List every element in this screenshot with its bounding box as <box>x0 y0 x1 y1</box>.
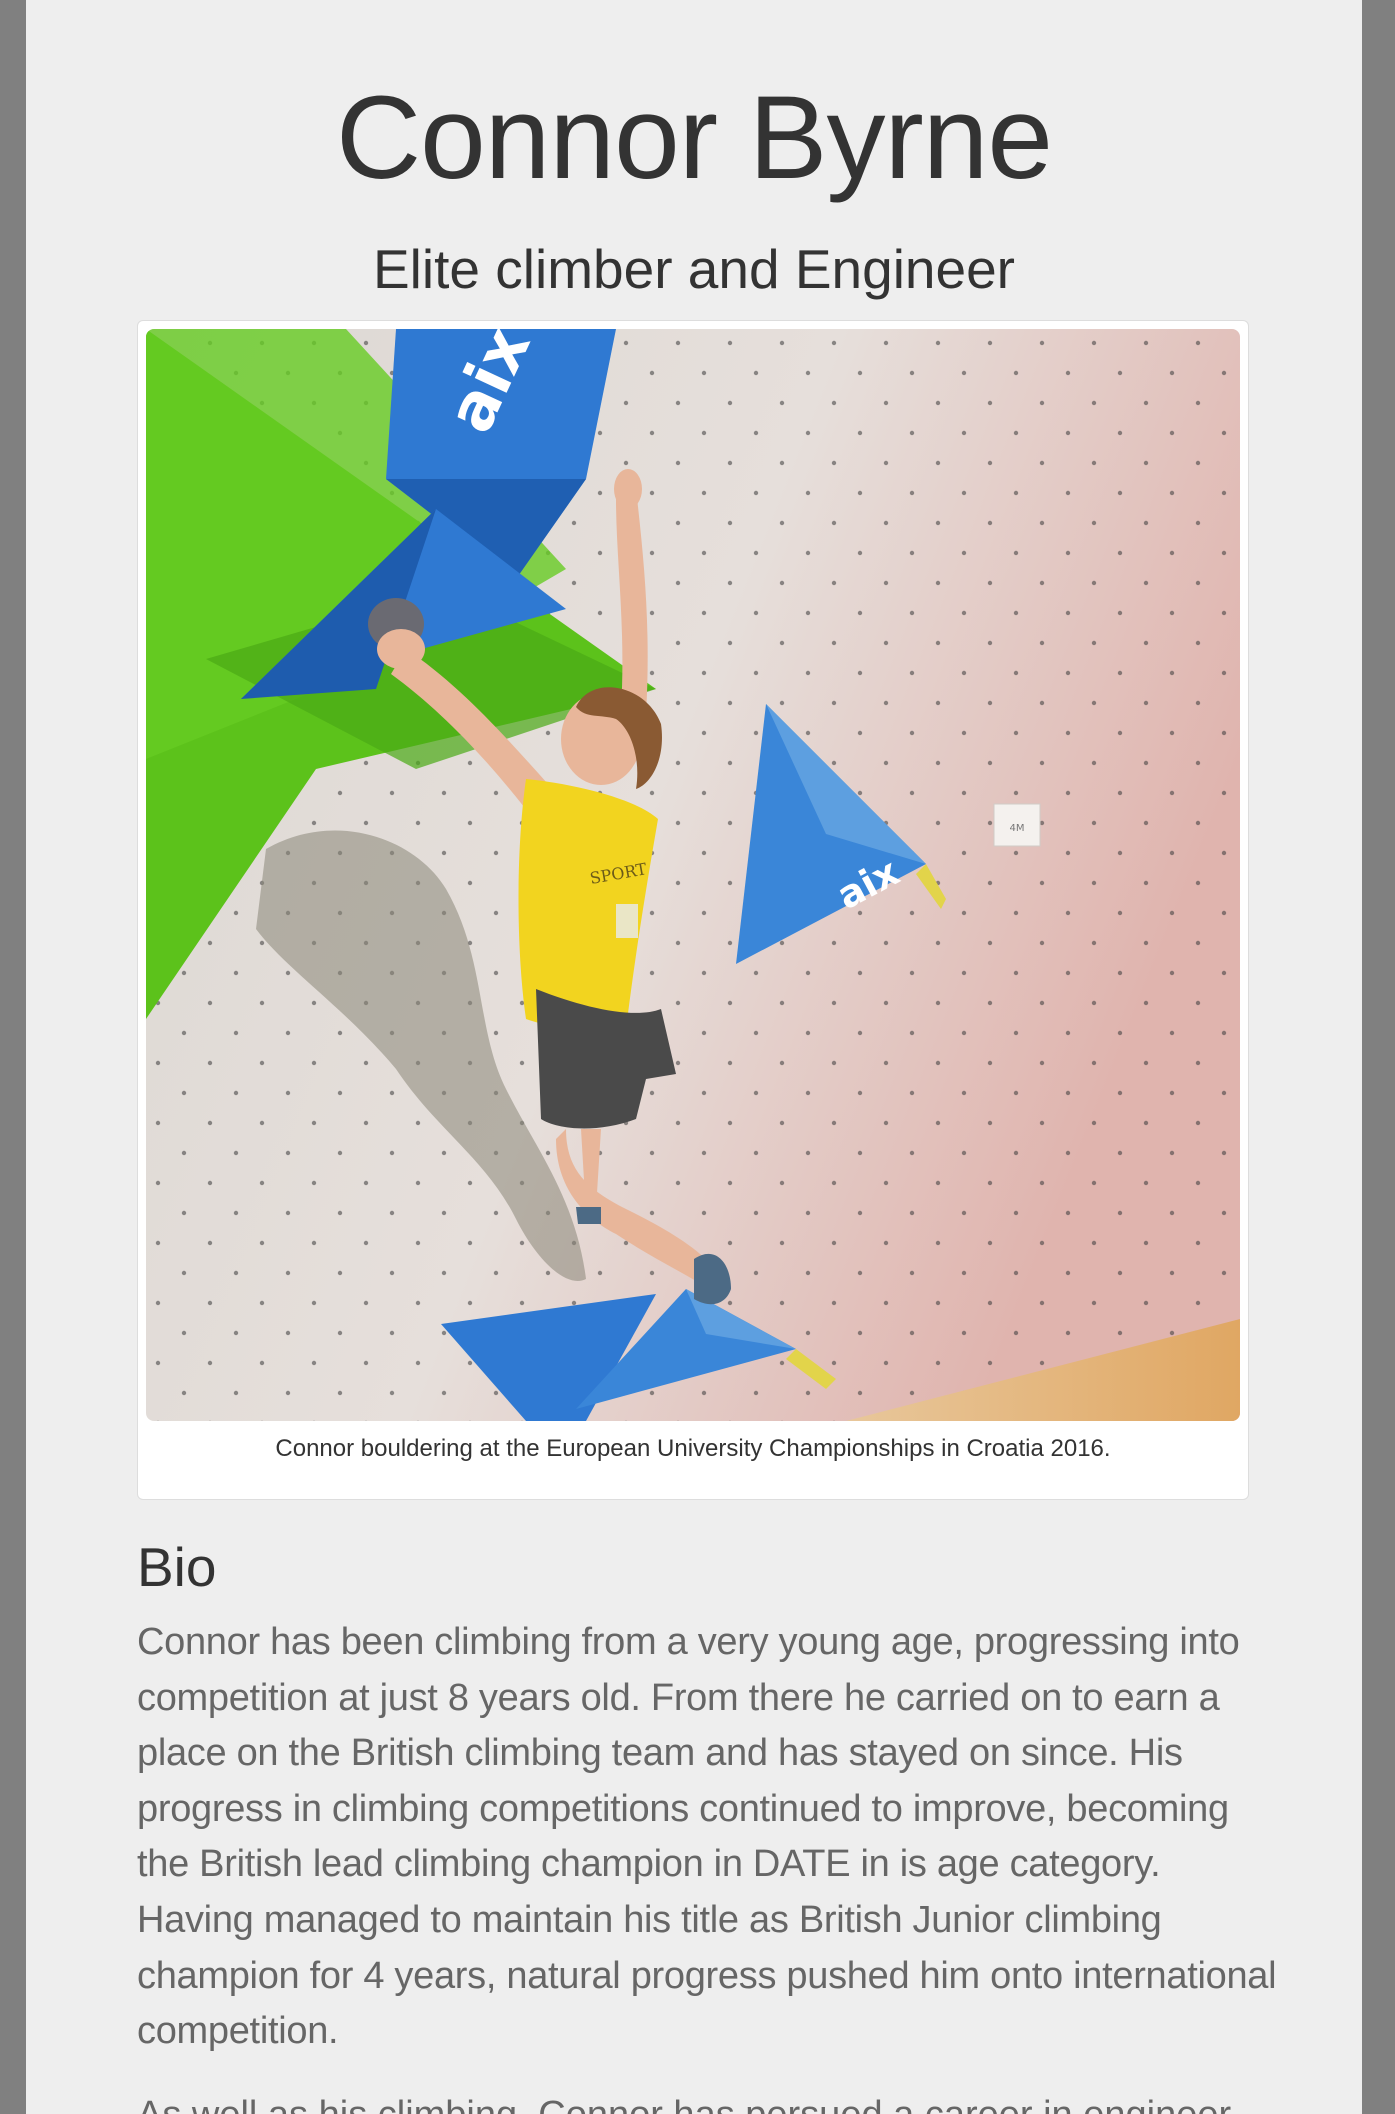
wall-tag-label: 4M <box>1010 823 1025 834</box>
page-title: Connor Byrne <box>335 72 1053 204</box>
page-subtitle: Elite climber and Engineer <box>372 238 1015 300</box>
bio-paragraph-1: Connor has been climbing from a very you… <box>137 1621 1277 2053</box>
bio-paragraph-2: As well as his climbing, Connor has pers… <box>137 2088 1277 2114</box>
photo-figure: aix aix 4M SPORT Connor bouldering at th… <box>137 320 1249 1500</box>
bio-heading: Bio <box>137 1536 217 1598</box>
page-container: Connor Byrne Elite climber and Engineer <box>26 0 1362 2114</box>
photo-caption: Connor bouldering at the European Univer… <box>275 1435 1111 1462</box>
climbing-photo: aix aix 4M SPORT <box>146 329 1240 1421</box>
